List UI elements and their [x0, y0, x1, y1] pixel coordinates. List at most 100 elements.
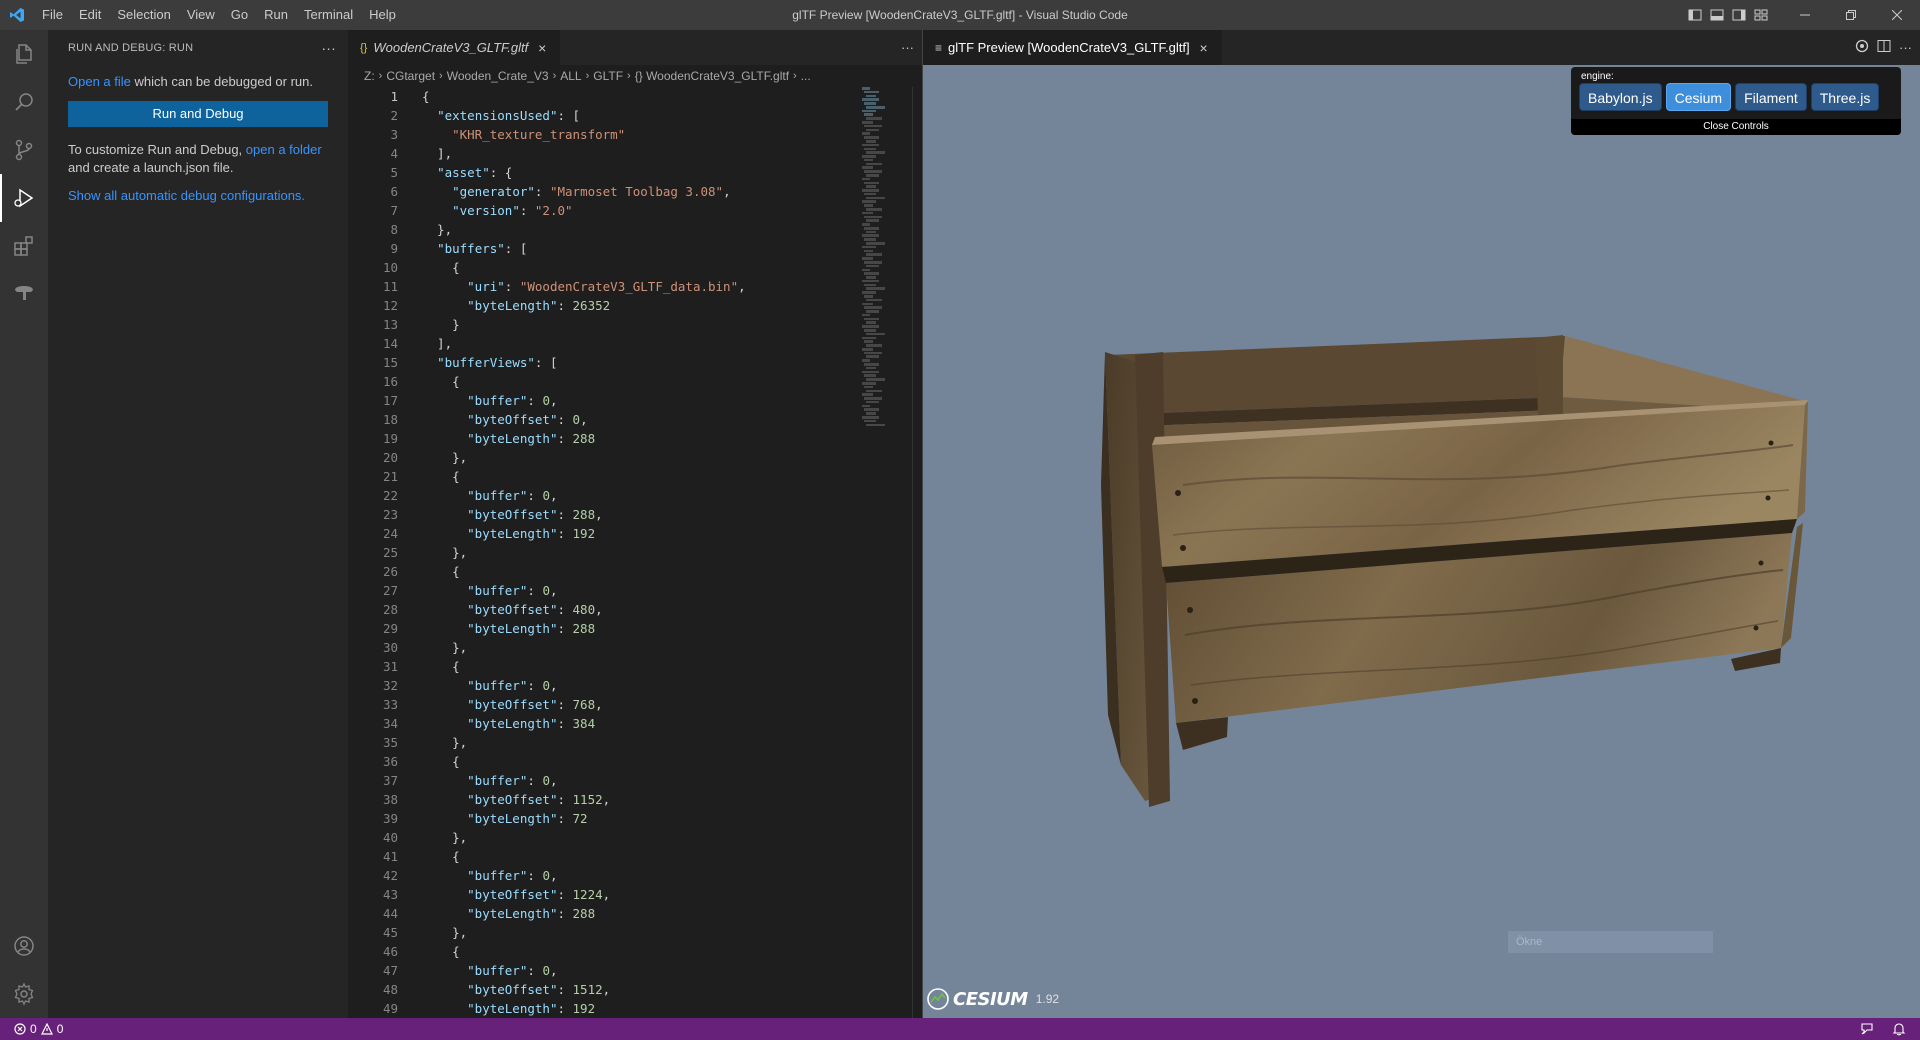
split-editor-icon[interactable] [1877, 39, 1891, 56]
minimize-icon[interactable] [1782, 0, 1828, 30]
3d-viewport[interactable]: engine: Babylon.js Cesium Filament Three.js… [923, 65, 1920, 1018]
engine-button-threejs[interactable]: Three.js [1810, 83, 1880, 111]
code-line[interactable]: 18 "byteOffset": 0, [348, 410, 922, 429]
code-line[interactable]: 19 "byteLength": 288 [348, 429, 922, 448]
more-actions-icon[interactable]: ··· [321, 40, 336, 56]
close-window-icon[interactable] [1874, 0, 1920, 30]
code-line[interactable]: 13 } [348, 315, 922, 334]
gltf-settings-icon[interactable] [1855, 39, 1869, 56]
code-line[interactable]: 17 "buffer": 0, [348, 391, 922, 410]
code-line[interactable]: 6 "generator": "Marmoset Toolbag 3.08", [348, 182, 922, 201]
breadcrumb-item[interactable]: ... [801, 69, 811, 83]
breadcrumb-item[interactable]: Wooden_Crate_V3 [447, 69, 549, 83]
code-line[interactable]: 3 "KHR_texture_transform" [348, 125, 922, 144]
code-line[interactable]: 24 "byteLength": 192 [348, 524, 922, 543]
menu-help[interactable]: Help [361, 0, 404, 30]
menu-view[interactable]: View [179, 0, 223, 30]
close-tab-icon[interactable]: × [534, 40, 550, 56]
settings-gear-icon[interactable] [0, 970, 48, 1018]
code-line[interactable]: 5 "asset": { [348, 163, 922, 182]
close-preview-tab-icon[interactable]: × [1196, 40, 1212, 56]
code-line[interactable]: 26 { [348, 562, 922, 581]
account-icon[interactable] [0, 922, 48, 970]
engine-button-cesium[interactable]: Cesium [1665, 83, 1732, 111]
code-line[interactable]: 7 "version": "2.0" [348, 201, 922, 220]
minimap[interactable] [858, 87, 912, 1018]
editor-scrollbar[interactable] [912, 87, 922, 1018]
code-line[interactable]: 27 "buffer": 0, [348, 581, 922, 600]
code-line[interactable]: 15 "bufferViews": [ [348, 353, 922, 372]
code-line[interactable]: 8 }, [348, 220, 922, 239]
code-line[interactable]: 42 "buffer": 0, [348, 866, 922, 885]
open-folder-link[interactable]: open a folder [246, 142, 322, 157]
code-line[interactable]: 40 }, [348, 828, 922, 847]
run-and-debug-button[interactable]: Run and Debug [68, 101, 328, 127]
source-control-icon[interactable] [0, 126, 48, 174]
tab-gltf-preview[interactable]: ≡ glTF Preview [WoodenCrateV3_GLTF.gltf]… [923, 30, 1222, 65]
code-line[interactable]: 10 { [348, 258, 922, 277]
code-line[interactable]: 49 "byteLength": 192 [348, 999, 922, 1018]
customize-layout-icon[interactable] [1750, 0, 1772, 30]
code-line[interactable]: 20 }, [348, 448, 922, 467]
close-controls-button[interactable]: Close Controls [1571, 119, 1901, 135]
notifications-bell-icon[interactable] [1892, 1022, 1906, 1036]
menu-terminal[interactable]: Terminal [296, 0, 361, 30]
code-line[interactable]: 23 "byteOffset": 288, [348, 505, 922, 524]
cesium-credit[interactable]: CESIUM 1.92 [927, 988, 1059, 1010]
code-line[interactable]: 34 "byteLength": 384 [348, 714, 922, 733]
faint-overlay-input[interactable]: Ökne [1508, 931, 1713, 953]
code-line[interactable]: 47 "buffer": 0, [348, 961, 922, 980]
code-line[interactable]: 12 "byteLength": 26352 [348, 296, 922, 315]
code-line[interactable]: 38 "byteOffset": 1152, [348, 790, 922, 809]
more-actions-icon[interactable]: ··· [901, 40, 914, 55]
engine-button-babylonjs[interactable]: Babylon.js [1579, 83, 1662, 111]
restore-icon[interactable] [1828, 0, 1874, 30]
code-line[interactable]: 31 { [348, 657, 922, 676]
code-line[interactable]: 35 }, [348, 733, 922, 752]
more-actions-icon[interactable]: ··· [1899, 40, 1912, 55]
breadcrumb-item[interactable]: ALL [560, 69, 581, 83]
engine-button-filament[interactable]: Filament [1735, 83, 1807, 111]
code-line[interactable]: 41 { [348, 847, 922, 866]
extensions-icon[interactable] [0, 222, 48, 270]
toggle-primary-sidebar-icon[interactable] [1684, 0, 1706, 30]
code-line[interactable]: 14 ], [348, 334, 922, 353]
code-line[interactable]: 37 "buffer": 0, [348, 771, 922, 790]
breadcrumb-item[interactable]: {} WoodenCrateV3_GLTF.gltf [635, 69, 789, 83]
code-line[interactable]: 2 "extensionsUsed": [ [348, 106, 922, 125]
code-line[interactable]: 44 "byteLength": 288 [348, 904, 922, 923]
breadcrumb-item[interactable]: GLTF [593, 69, 623, 83]
menu-file[interactable]: File [34, 0, 71, 30]
explorer-icon[interactable] [0, 30, 48, 78]
search-icon[interactable] [0, 78, 48, 126]
breadcrumb-item[interactable]: Z: [364, 69, 375, 83]
code-line[interactable]: 4 ], [348, 144, 922, 163]
code-line[interactable]: 28 "byteOffset": 480, [348, 600, 922, 619]
code-line[interactable]: 1{ [348, 87, 922, 106]
code-line[interactable]: 29 "byteLength": 288 [348, 619, 922, 638]
code-line[interactable]: 30 }, [348, 638, 922, 657]
menu-run[interactable]: Run [256, 0, 296, 30]
code-line[interactable]: 25 }, [348, 543, 922, 562]
problems-indicator[interactable]: 0 0 [0, 1022, 63, 1036]
menu-edit[interactable]: Edit [71, 0, 109, 30]
code-line[interactable]: 46 { [348, 942, 922, 961]
code-line[interactable]: 43 "byteOffset": 1224, [348, 885, 922, 904]
show-all-configs-link[interactable]: Show all automatic debug configurations. [68, 188, 305, 203]
code-line[interactable]: 11 "uri": "WoodenCrateV3_GLTF_data.bin", [348, 277, 922, 296]
feedback-icon[interactable] [1860, 1022, 1874, 1036]
toggle-secondary-sidebar-icon[interactable] [1728, 0, 1750, 30]
code-line[interactable]: 36 { [348, 752, 922, 771]
open-file-link[interactable]: Open a file [68, 74, 131, 89]
toggle-panel-icon[interactable] [1706, 0, 1728, 30]
menu-go[interactable]: Go [223, 0, 256, 30]
menu-selection[interactable]: Selection [109, 0, 178, 30]
code-lines[interactable]: 1{2 "extensionsUsed": [3 "KHR_texture_tr… [348, 87, 922, 1018]
code-line[interactable]: 45 }, [348, 923, 922, 942]
code-line[interactable]: 21 { [348, 467, 922, 486]
code-line[interactable]: 33 "byteOffset": 768, [348, 695, 922, 714]
code-line[interactable]: 48 "byteOffset": 1512, [348, 980, 922, 999]
run-debug-icon[interactable] [0, 174, 48, 222]
tab-gltf-file[interactable]: {} WoodenCrateV3_GLTF.gltf × [348, 30, 561, 65]
wooden-crate-model[interactable] [923, 65, 1920, 1018]
